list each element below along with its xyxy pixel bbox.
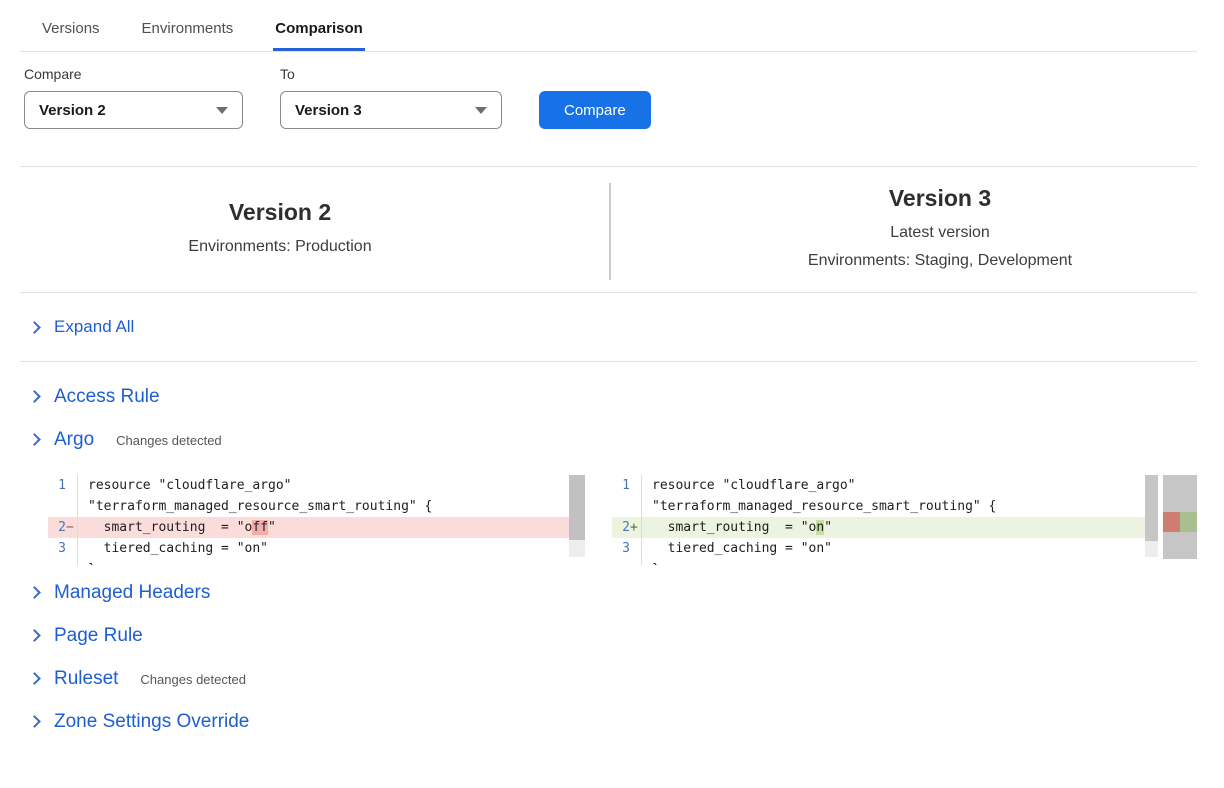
line-number: 1 bbox=[612, 475, 630, 496]
section-label[interactable]: Zone Settings Override bbox=[54, 711, 249, 733]
chevron-right-icon[interactable] bbox=[28, 433, 41, 446]
section-label[interactable]: Managed Headers bbox=[54, 582, 210, 604]
expand-all-row[interactable]: Expand All bbox=[0, 293, 1224, 361]
line-number: 1 bbox=[48, 475, 66, 496]
tab-environments[interactable]: Environments bbox=[140, 0, 236, 51]
chevron-down-icon bbox=[475, 107, 487, 114]
to-version-select[interactable]: Version 3 bbox=[280, 91, 502, 129]
section-managed-headers[interactable]: Managed Headers bbox=[0, 571, 1224, 614]
chevron-right-icon[interactable] bbox=[28, 715, 41, 728]
line-number: 3 bbox=[48, 538, 66, 559]
to-version-value: Version 3 bbox=[295, 102, 362, 119]
chevron-down-icon bbox=[216, 107, 228, 114]
compare-button[interactable]: Compare bbox=[539, 91, 651, 129]
compare-version-value: Version 2 bbox=[39, 102, 106, 119]
diff-minimap[interactable] bbox=[1163, 475, 1197, 559]
scrollbar[interactable] bbox=[569, 475, 585, 557]
code-text: } bbox=[78, 559, 96, 565]
tab-comparison[interactable]: Comparison bbox=[273, 0, 365, 51]
compare-filters: Compare Version 2 To Version 3 Compare bbox=[0, 52, 1224, 166]
section-access-rule[interactable]: Access Rule bbox=[0, 375, 1224, 418]
removed-word-highlight: ff bbox=[252, 520, 268, 535]
section-zone-settings-override[interactable]: Zone Settings Override bbox=[0, 700, 1224, 743]
minimap-added-mark bbox=[1180, 512, 1197, 532]
code-line-added: 2+ smart_routing = "on" bbox=[612, 517, 1145, 538]
version-left-title: Version 2 bbox=[20, 199, 540, 226]
to-label: To bbox=[280, 66, 502, 82]
line-number: 2 bbox=[48, 517, 66, 538]
code-text: tiered_caching = "on" bbox=[78, 538, 268, 559]
version-left-environments: Environments: Production bbox=[20, 233, 540, 261]
to-field: To Version 3 bbox=[280, 66, 502, 129]
scrollbar[interactable] bbox=[1145, 475, 1158, 557]
resource-sections: Access Rule Argo Changes detected 1 reso… bbox=[0, 362, 1224, 743]
chevron-right-icon[interactable] bbox=[28, 390, 41, 403]
code-line-wrap: "terraform_managed_resource_smart_routin… bbox=[612, 496, 1145, 517]
section-label[interactable]: Page Rule bbox=[54, 625, 143, 647]
code-block-old: 1 resource "cloudflare_argo" "terraform_… bbox=[48, 475, 585, 565]
code-text: resource "cloudflare_argo" bbox=[78, 475, 292, 496]
code-text: resource "cloudflare_argo" bbox=[642, 475, 856, 496]
minimap-removed-mark bbox=[1163, 512, 1180, 532]
code-line: 1 resource "cloudflare_argo" bbox=[612, 475, 1145, 496]
scrollbar-thumb[interactable] bbox=[569, 475, 585, 540]
diff-pane-new: 1 resource "cloudflare_argo" "terraform_… bbox=[612, 475, 1197, 565]
expand-all-link[interactable]: Expand All bbox=[54, 317, 134, 337]
chevron-right-icon[interactable] bbox=[28, 321, 41, 334]
code-text: "terraform_managed_resource_smart_routin… bbox=[78, 496, 432, 517]
compare-field: Compare Version 2 bbox=[24, 66, 243, 129]
code-text: } bbox=[642, 559, 660, 565]
chevron-right-icon[interactable] bbox=[28, 672, 41, 685]
changes-detected-badge: Changes detected bbox=[116, 431, 222, 448]
section-argo[interactable]: Argo Changes detected bbox=[0, 418, 1224, 461]
diff-minimap-change-mark bbox=[1163, 512, 1197, 532]
section-label[interactable]: Ruleset bbox=[54, 668, 118, 690]
code-line-wrap: "terraform_managed_resource_smart_routin… bbox=[48, 496, 585, 517]
removed-marker: − bbox=[66, 517, 77, 538]
code-line: 1 resource "cloudflare_argo" bbox=[48, 475, 585, 496]
section-label[interactable]: Access Rule bbox=[54, 386, 160, 408]
code-text: smart_routing = "on" bbox=[642, 517, 832, 538]
line-number: 2 bbox=[612, 517, 630, 538]
code-line: 3 tiered_caching = "on" bbox=[48, 538, 585, 559]
section-page-rule[interactable]: Page Rule bbox=[0, 614, 1224, 657]
version-right-subtitle: Latest version bbox=[660, 219, 1220, 247]
version-right-title: Version 3 bbox=[660, 185, 1220, 212]
compare-version-select[interactable]: Version 2 bbox=[24, 91, 243, 129]
code-text: "terraform_managed_resource_smart_routin… bbox=[642, 496, 996, 517]
version-right-environments: Environments: Staging, Development bbox=[660, 247, 1220, 275]
code-line: 3 tiered_caching = "on" bbox=[612, 538, 1145, 559]
tab-versions[interactable]: Versions bbox=[40, 0, 102, 51]
code-line-clipped: } bbox=[48, 559, 585, 565]
chevron-right-icon[interactable] bbox=[28, 586, 41, 599]
version-left-header: Version 2 Environments: Production bbox=[20, 199, 540, 261]
argo-diff: 1 resource "cloudflare_argo" "terraform_… bbox=[48, 475, 1224, 565]
scrollbar-thumb[interactable] bbox=[1145, 475, 1158, 541]
chevron-right-icon[interactable] bbox=[28, 629, 41, 642]
version-headers: Version 2 Environments: Production Versi… bbox=[0, 167, 1224, 292]
code-text: tiered_caching = "on" bbox=[642, 538, 832, 559]
code-text: smart_routing = "off" bbox=[78, 517, 276, 538]
section-ruleset[interactable]: Ruleset Changes detected bbox=[0, 657, 1224, 700]
tab-bar: Versions Environments Comparison bbox=[20, 0, 1197, 52]
compare-label: Compare bbox=[24, 66, 243, 82]
changes-detected-badge: Changes detected bbox=[140, 670, 246, 687]
section-label[interactable]: Argo bbox=[54, 429, 94, 451]
diff-pane-old: 1 resource "cloudflare_argo" "terraform_… bbox=[48, 475, 585, 565]
code-line-clipped: } bbox=[612, 559, 1145, 565]
line-number: 3 bbox=[612, 538, 630, 559]
added-marker: + bbox=[630, 517, 641, 538]
comparison-page: Versions Environments Comparison Compare… bbox=[0, 0, 1224, 788]
version-right-header: Version 3 Latest version Environments: S… bbox=[660, 185, 1220, 275]
code-block-new: 1 resource "cloudflare_argo" "terraform_… bbox=[612, 475, 1145, 565]
code-line-removed: 2− smart_routing = "off" bbox=[48, 517, 585, 538]
column-divider bbox=[609, 183, 611, 280]
